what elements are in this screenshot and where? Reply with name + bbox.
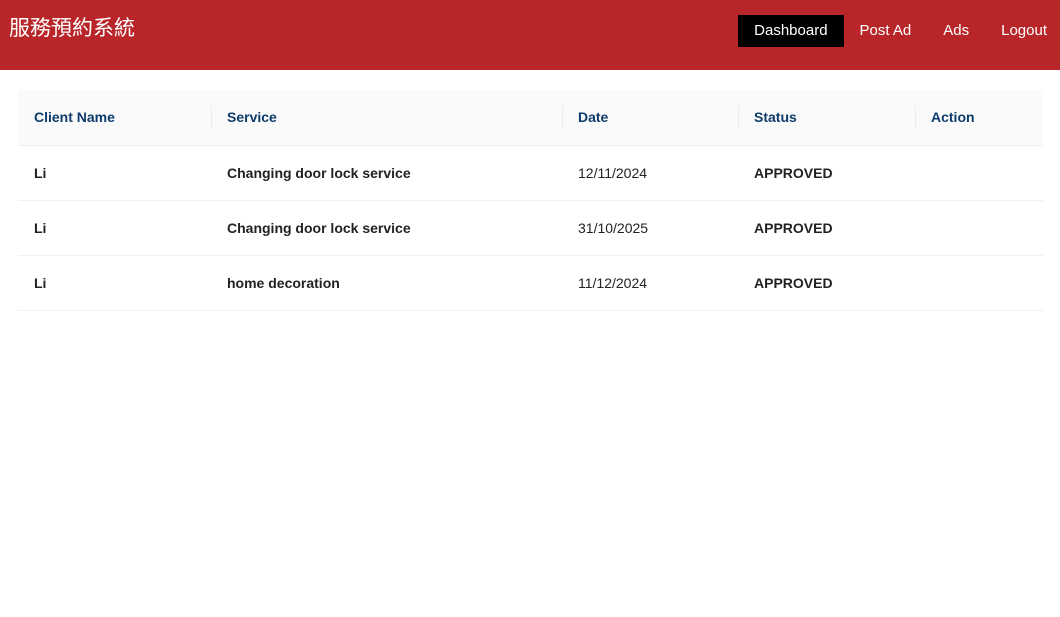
column-separator [562, 106, 563, 128]
cell-date: 31/10/2025 [562, 200, 738, 256]
table-row: Li Changing door lock service 31/10/2025… [18, 200, 1043, 256]
cell-date: 11/12/2024 [562, 255, 738, 311]
column-header-action: Action [915, 90, 1043, 146]
column-separator [915, 106, 916, 128]
nav-item-ads[interactable]: Ads [927, 15, 985, 47]
cell-date: 12/11/2024 [562, 145, 738, 201]
column-header-label: Action [931, 109, 975, 126]
column-header-label: Client Name [34, 109, 115, 126]
column-header-status: Status [738, 90, 915, 146]
table-row: Li Changing door lock service 12/11/2024… [18, 145, 1043, 201]
nav-item-dashboard[interactable]: Dashboard [738, 15, 844, 47]
bookings-table-container: Client Name Service Date Status Action L… [18, 90, 1043, 311]
brand-title[interactable]: 服務預約系統 [9, 14, 135, 42]
column-header-label: Service [227, 109, 277, 126]
nav-item-logout[interactable]: Logout [985, 15, 1060, 47]
cell-service: Changing door lock service [211, 200, 562, 256]
cell-client-name: Li [18, 145, 211, 201]
cell-client-name: Li [18, 200, 211, 256]
cell-status: APPROVED [738, 145, 915, 201]
table-body: Li Changing door lock service 12/11/2024… [18, 145, 1043, 311]
table-header: Client Name Service Date Status Action [18, 90, 1043, 146]
table-row: Li home decoration 11/12/2024 APPROVED [18, 255, 1043, 311]
cell-action [915, 145, 1043, 201]
column-header-label: Date [578, 109, 609, 126]
column-header-label: Status [754, 109, 797, 126]
cell-service: Changing door lock service [211, 145, 562, 201]
column-header-client-name: Client Name [18, 90, 211, 146]
cell-action [915, 200, 1043, 256]
nav-item-post-ad[interactable]: Post Ad [844, 15, 928, 47]
cell-service: home decoration [211, 255, 562, 311]
cell-action [915, 255, 1043, 311]
column-separator [211, 106, 212, 128]
bookings-table: Client Name Service Date Status Action L… [18, 90, 1043, 311]
cell-client-name: Li [18, 255, 211, 311]
column-header-service: Service [211, 90, 562, 146]
table-header-row: Client Name Service Date Status Action [18, 90, 1043, 146]
cell-status: APPROVED [738, 200, 915, 256]
top-navbar: 服務預約系統 Dashboard Post Ad Ads Logout [0, 0, 1060, 70]
column-separator [738, 106, 739, 128]
column-header-date: Date [562, 90, 738, 146]
cell-status: APPROVED [738, 255, 915, 311]
nav-menu: Dashboard Post Ad Ads Logout [738, 15, 1060, 47]
